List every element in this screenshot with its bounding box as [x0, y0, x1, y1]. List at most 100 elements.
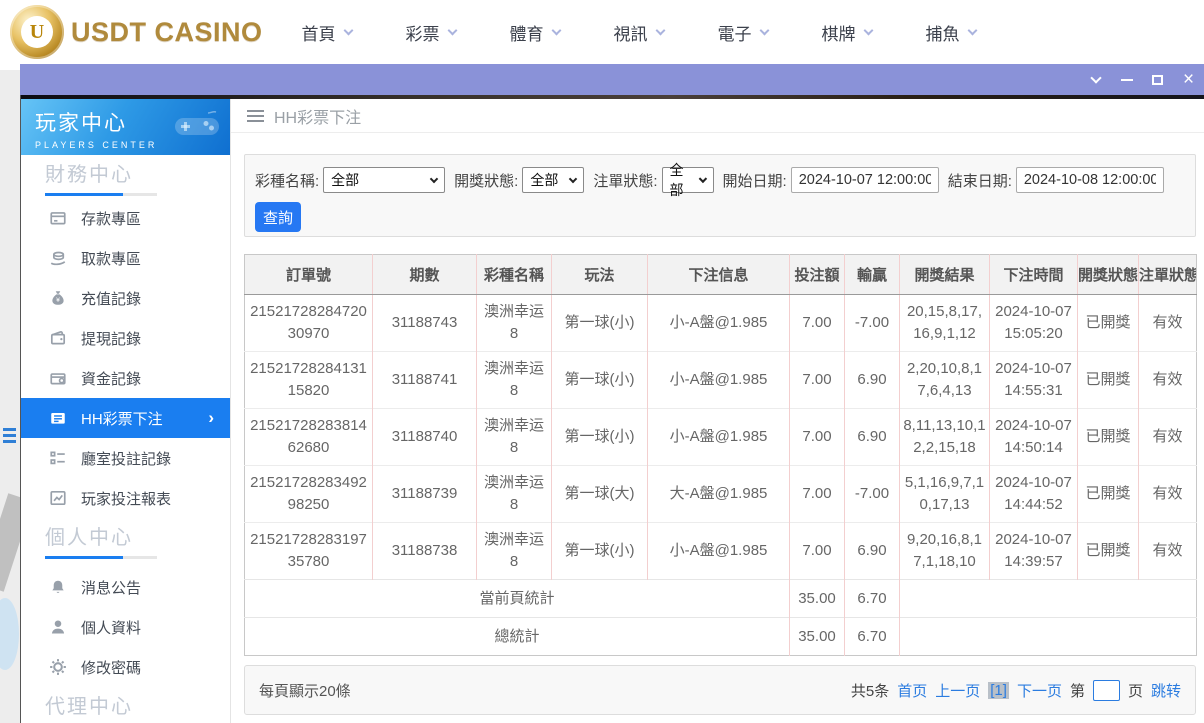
svg-text:¥: ¥	[56, 297, 60, 304]
page-bet-total: 35.00	[789, 579, 845, 618]
gear-icon	[49, 658, 67, 676]
site-navbar: U USDT CASINO 首頁 彩票 體育 視訊 電子 棋牌 捕魚	[0, 0, 1204, 64]
page-size-text: 每頁顯示20條	[259, 682, 351, 700]
window-maximize-button[interactable]	[1142, 64, 1173, 95]
chevron-down-icon	[1089, 72, 1102, 84]
chevron-down-icon	[698, 174, 707, 183]
col-order-status: 注單狀態	[1138, 254, 1197, 295]
section-underline	[45, 556, 157, 559]
nav-item-fishing[interactable]: 捕魚	[899, 20, 1003, 45]
section-underline	[45, 193, 157, 196]
current-page-indicator: [1]	[988, 681, 1009, 699]
search-button[interactable]: 查詢	[255, 202, 301, 232]
draw-status-label: 開獎狀態:	[454, 172, 519, 190]
sidebar-item-recharge-record[interactable]: ¥ 充值記錄	[21, 278, 230, 318]
brand-logo[interactable]: U USDT CASINO	[10, 5, 263, 59]
hall-list-icon	[49, 449, 67, 467]
hamburger-menu-icon[interactable]	[247, 109, 264, 122]
background-decoration	[3, 428, 16, 446]
minimize-icon	[1120, 78, 1133, 81]
jump-button[interactable]: 跳转	[1151, 680, 1181, 701]
chevron-down-icon	[343, 25, 353, 35]
window-collapse-button[interactable]	[1080, 64, 1111, 95]
sidebar-item-hall-bet-records[interactable]: 廳室投註記錄	[21, 438, 230, 478]
chevron-down-icon	[429, 174, 439, 183]
maximize-icon	[1152, 74, 1163, 85]
lottery-name-select[interactable]: 全部	[323, 167, 446, 193]
chevron-right-icon: ›	[208, 408, 214, 427]
sidebar-header: 玩家中心 PLAYERS CENTER	[21, 99, 230, 155]
background-decoration	[0, 493, 20, 592]
close-icon: ×	[1182, 69, 1195, 90]
total-count: 共5条	[850, 682, 890, 700]
chevron-down-icon	[569, 174, 578, 183]
chevron-down-icon	[551, 25, 561, 35]
jump-page-input[interactable]	[1092, 679, 1120, 701]
order-status-label: 注單狀態:	[593, 172, 658, 190]
chevron-down-icon	[863, 25, 873, 35]
bets-table: 訂單號 期數 彩種名稱 玩法 下注信息 投注額 輸贏 開獎結果 下注時間 開獎狀…	[244, 254, 1197, 656]
sidebar-item-player-bet-report[interactable]: 玩家投注報表	[21, 478, 230, 518]
report-chart-icon	[49, 489, 67, 507]
start-date-label: 開始日期:	[722, 172, 787, 190]
chevron-down-icon	[655, 25, 665, 35]
table-row: 2152172828413115820 31188741 澳洲幸运8 第一球(小) 小-…	[244, 351, 1197, 409]
table-header-row: 訂單號 期數 彩種名稱 玩法 下注信息 投注額 輸贏 開獎結果 下注時間 開獎狀…	[244, 254, 1197, 295]
col-lottery-name: 彩種名稱	[476, 254, 552, 295]
sidebar-item-hh-lottery-bets[interactable]: HH彩票下注 ›	[21, 398, 230, 438]
main-menu: 首頁 彩票 體育 視訊 電子 棋牌 捕魚	[275, 20, 1003, 45]
window-minimize-button[interactable]	[1111, 64, 1142, 95]
first-page-link[interactable]: 首页	[897, 680, 927, 701]
pagination: 共5条 首页 上一页 [1] 下一页 第 页 跳转	[850, 679, 1181, 701]
nav-item-cards[interactable]: 棋牌	[795, 20, 899, 45]
next-page-link[interactable]: 下一页	[1017, 680, 1062, 701]
brand-name: USDT CASINO	[71, 16, 263, 47]
jump-prefix-label: 第	[1069, 682, 1085, 700]
sidebar-item-profile[interactable]: 個人資料	[21, 607, 230, 647]
sidebar-item-funds-record[interactable]: 資金記錄	[21, 358, 230, 398]
sidebar-item-deposit[interactable]: 存款專區	[21, 198, 230, 238]
table-row: 2152172828381462680 31188740 澳洲幸运8 第一球(小) 小-…	[244, 408, 1197, 466]
sidebar-item-withdraw[interactable]: 取款專區	[21, 238, 230, 278]
sidebar-section-personal: 個人中心	[21, 518, 230, 559]
brand-badge-letter: U	[21, 16, 53, 48]
col-bet-time: 下注時間	[989, 254, 1078, 295]
funds-icon	[49, 369, 67, 387]
end-date-input[interactable]	[1015, 167, 1164, 193]
grand-summary-label: 總統計	[244, 617, 790, 656]
col-bet-amount: 投注額	[789, 254, 845, 295]
withdraw-coins-icon	[49, 249, 67, 267]
sidebar-item-change-password[interactable]: 修改密碼	[21, 647, 230, 687]
nav-item-lottery[interactable]: 彩票	[379, 20, 483, 45]
window-close-button[interactable]: ×	[1173, 64, 1204, 95]
col-period: 期數	[372, 254, 477, 295]
page-winloss-total: 6.70	[844, 579, 900, 618]
chevron-down-icon	[967, 25, 977, 35]
background-page-strip	[0, 70, 20, 723]
draw-status-select[interactable]: 全部	[522, 167, 585, 193]
sidebar-item-announcements[interactable]: 消息公告	[21, 567, 230, 607]
nav-item-slots[interactable]: 電子	[691, 20, 795, 45]
background-decoration	[0, 598, 19, 670]
lottery-name-label: 彩種名稱:	[255, 172, 320, 190]
grand-summary-row: 總統計 35.00 6.70	[244, 617, 1197, 656]
section-title: 個人中心	[45, 527, 133, 549]
col-play-type: 玩法	[551, 254, 648, 295]
start-date-input[interactable]	[790, 167, 939, 193]
user-icon	[49, 618, 67, 636]
grand-bet-total: 35.00	[789, 617, 845, 656]
col-bet-info: 下注信息	[647, 254, 790, 295]
breadcrumb: HH彩票下注	[231, 99, 1204, 133]
order-status-select[interactable]: 全部	[661, 162, 714, 198]
prev-page-link[interactable]: 上一页	[935, 680, 980, 701]
sidebar-item-withdraw-record[interactable]: 提現記錄	[21, 318, 230, 358]
sidebar-section-agent: 代理中心	[21, 687, 230, 719]
window-titlebar: ×	[20, 64, 1204, 95]
nav-item-live[interactable]: 視訊	[587, 20, 691, 45]
nav-item-home[interactable]: 首頁	[275, 20, 379, 45]
section-title: 代理中心	[45, 696, 133, 718]
nav-item-sports[interactable]: 體育	[483, 20, 587, 45]
table-footer: 每頁顯示20條 共5条 首页 上一页 [1] 下一页 第 页 跳转	[244, 665, 1196, 715]
filter-panel: 彩種名稱: 全部 開獎狀態: 全部 注單狀態: 全部 開始日期: 2024-10…	[244, 154, 1196, 237]
sidebar: 玩家中心 PLAYERS CENTER 財務中心 存款專區 取款專區 ¥ 充值記…	[21, 99, 231, 723]
